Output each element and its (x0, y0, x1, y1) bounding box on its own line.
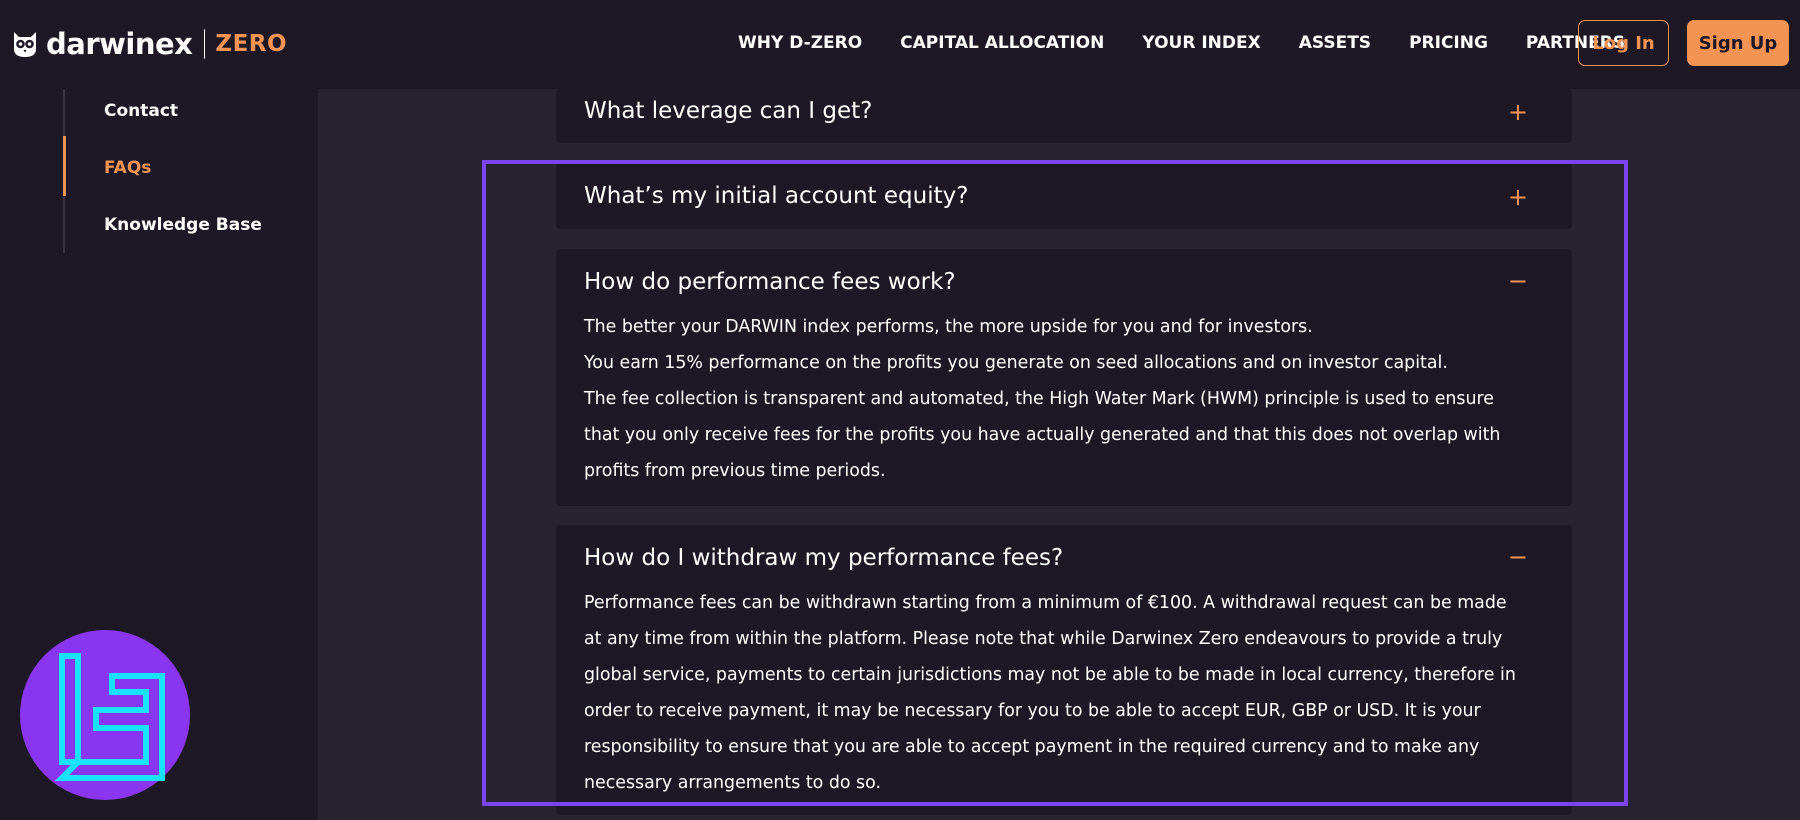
brand-name: darwinex (46, 27, 193, 61)
brand-product: ZERO (215, 31, 288, 57)
sidebar-item-knowledge-base[interactable]: Knowledge Base (104, 215, 262, 235)
tc-watermark-icon (20, 630, 190, 800)
nav-capital-allocation[interactable]: CAPITAL ALLOCATION (900, 33, 1104, 53)
signup-button[interactable]: Sign Up (1687, 20, 1789, 66)
answer-line: The fee collection is transparent and au… (584, 389, 1494, 409)
faq-question[interactable]: What’s my initial account equity? (584, 183, 968, 209)
faq-item-initial-equity[interactable]: What’s my initial account equity? + (556, 163, 1572, 229)
top-header: darwinex ZERO WHY D-ZERO CAPITAL ALLOCAT… (0, 0, 1800, 89)
main-nav: WHY D-ZERO CAPITAL ALLOCATION YOUR INDEX… (738, 0, 1625, 86)
nav-your-index[interactable]: YOUR INDEX (1142, 33, 1260, 53)
tc-watermark-glyph (54, 653, 165, 781)
sidebar-active-indicator (63, 136, 66, 196)
brand-divider (204, 29, 206, 59)
expand-plus-icon[interactable]: + (1508, 100, 1528, 124)
collapse-minus-icon[interactable]: − (1508, 545, 1528, 569)
answer-line: The better your DARWIN index performs, t… (584, 317, 1313, 337)
collapse-minus-icon[interactable]: − (1508, 269, 1528, 293)
answer-line: You earn 15% performance on the profits … (584, 353, 1448, 373)
faq-item-withdraw-fees[interactable]: How do I withdraw my performance fees? −… (556, 525, 1572, 815)
owl-icon (14, 32, 36, 57)
answer-line: order to receive payment, it may be nece… (584, 701, 1481, 721)
faq-item-leverage[interactable]: What leverage can I get? + (556, 89, 1572, 143)
login-button[interactable]: Log In (1578, 20, 1669, 66)
answer-line: global service, payments to certain juri… (584, 665, 1516, 685)
answer-line: Performance fees can be withdrawn starti… (584, 593, 1507, 613)
faq-item-performance-fees[interactable]: How do performance fees work? − The bett… (556, 249, 1572, 506)
answer-line: necessary arrangements to do so. (584, 773, 881, 793)
faq-answer: The better your DARWIN index performs, t… (584, 309, 1544, 489)
darwinex-logo[interactable]: darwinex ZERO (10, 22, 287, 66)
sidebar-item-faqs[interactable]: FAQs (104, 158, 151, 178)
faq-question[interactable]: What leverage can I get? (584, 98, 872, 124)
nav-why-d-zero[interactable]: WHY D-ZERO (738, 33, 862, 53)
nav-assets[interactable]: ASSETS (1299, 33, 1371, 53)
answer-line: that you only receive fees for the profi… (584, 425, 1501, 445)
sidebar-item-contact[interactable]: Contact (104, 101, 178, 121)
faq-answer: Performance fees can be withdrawn starti… (584, 585, 1544, 801)
answer-line: at any time from within the platform. Pl… (584, 629, 1503, 649)
faq-question[interactable]: How do I withdraw my performance fees? (584, 545, 1063, 571)
answer-line: responsibility to ensure that you are ab… (584, 737, 1480, 757)
answer-line: profits from previous time periods. (584, 461, 886, 481)
nav-pricing[interactable]: PRICING (1409, 33, 1488, 53)
faq-question[interactable]: How do performance fees work? (584, 269, 956, 295)
expand-plus-icon[interactable]: + (1508, 185, 1528, 209)
